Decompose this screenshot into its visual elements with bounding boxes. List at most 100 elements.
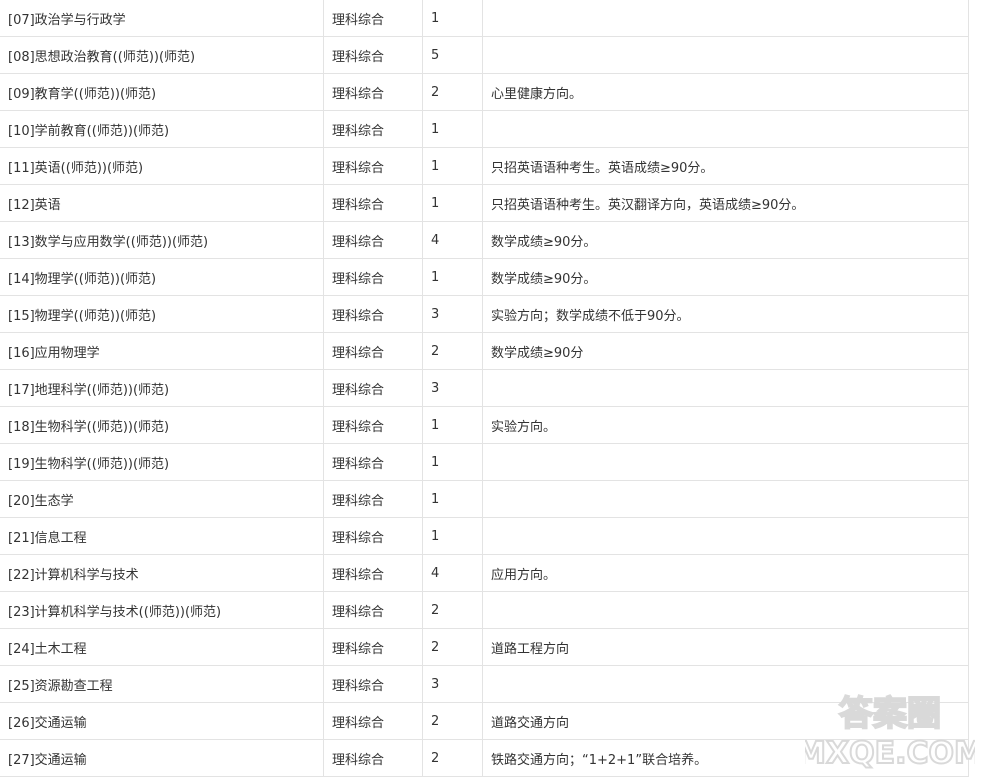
- table-row: [24]土木工程 理科综合 2 道路工程方向: [0, 628, 969, 666]
- table-row: [16]应用物理学 理科综合 2 数学成绩≥90分: [0, 332, 969, 370]
- quota-cell: 3: [422, 295, 483, 333]
- quota-cell: 2: [422, 702, 483, 740]
- major-cell: [23]计算机科学与技术((师范))(师范): [0, 591, 324, 629]
- subject-cell: 理科综合: [323, 517, 423, 555]
- subject-cell: 理科综合: [323, 628, 423, 666]
- subject-cell: 理科综合: [323, 369, 423, 407]
- note-cell: 心里健康方向。: [482, 73, 969, 111]
- quota-cell: 2: [422, 591, 483, 629]
- subject-cell: 理科综合: [323, 73, 423, 111]
- admissions-table-body: [07]政治学与行政学 理科综合 1 [08]思想政治教育((师范))(师范) 理科综合…: [0, 0, 969, 777]
- note-cell: 铁路交通方向；“1+2+1”联合培养。: [482, 739, 969, 777]
- major-cell: [10]学前教育((师范))(师范): [0, 110, 324, 148]
- quota-cell: 1: [422, 443, 483, 481]
- major-cell: [20]生态学: [0, 480, 324, 518]
- note-cell: 道路工程方向: [482, 628, 969, 666]
- table-row: [12]英语 理科综合 1 只招英语语种考生。英汉翻译方向，英语成绩≥90分。: [0, 184, 969, 222]
- table-row: [10]学前教育((师范))(师范) 理科综合 1: [0, 110, 969, 148]
- subject-cell: 理科综合: [323, 36, 423, 74]
- table-row: [20]生态学 理科综合 1: [0, 480, 969, 518]
- quota-cell: 2: [422, 628, 483, 666]
- admissions-table: [07]政治学与行政学 理科综合 1 [08]思想政治教育((师范))(师范) 理科综合…: [0, 0, 969, 777]
- quota-cell: 2: [422, 332, 483, 370]
- quota-cell: 1: [422, 110, 483, 148]
- major-cell: [27]交通运输: [0, 739, 324, 777]
- quota-cell: 1: [422, 517, 483, 555]
- table-row: [22]计算机科学与技术 理科综合 4 应用方向。: [0, 554, 969, 592]
- note-cell: [482, 36, 969, 74]
- note-cell: [482, 517, 969, 555]
- major-cell: [14]物理学((师范))(师范): [0, 258, 324, 296]
- note-cell: [482, 591, 969, 629]
- table-row: [07]政治学与行政学 理科综合 1: [0, 0, 969, 37]
- subject-cell: 理科综合: [323, 702, 423, 740]
- note-cell: 道路交通方向: [482, 702, 969, 740]
- major-cell: [25]资源勘查工程: [0, 665, 324, 703]
- quota-cell: 1: [422, 480, 483, 518]
- major-cell: [24]土木工程: [0, 628, 324, 666]
- table-row: [15]物理学((师范))(师范) 理科综合 3 实验方向；数学成绩不低于90分。: [0, 295, 969, 333]
- table-row: [17]地理科学((师范))(师范) 理科综合 3: [0, 369, 969, 407]
- major-cell: [08]思想政治教育((师范))(师范): [0, 36, 324, 74]
- table-row: [26]交通运输 理科综合 2 道路交通方向: [0, 702, 969, 740]
- subject-cell: 理科综合: [323, 443, 423, 481]
- subject-cell: 理科综合: [323, 221, 423, 259]
- quota-cell: 4: [422, 554, 483, 592]
- quota-cell: 4: [422, 221, 483, 259]
- major-cell: [22]计算机科学与技术: [0, 554, 324, 592]
- note-cell: 数学成绩≥90分。: [482, 258, 969, 296]
- subject-cell: 理科综合: [323, 406, 423, 444]
- note-cell: 实验方向。: [482, 406, 969, 444]
- quota-cell: 3: [422, 369, 483, 407]
- quota-cell: 1: [422, 184, 483, 222]
- note-cell: [482, 665, 969, 703]
- subject-cell: 理科综合: [323, 110, 423, 148]
- table-row: [13]数学与应用数学((师范))(师范) 理科综合 4 数学成绩≥90分。: [0, 221, 969, 259]
- table-row: [19]生物科学((师范))(师范) 理科综合 1: [0, 443, 969, 481]
- quota-cell: 1: [422, 147, 483, 185]
- quota-cell: 2: [422, 73, 483, 111]
- table-row: [09]教育学((师范))(师范) 理科综合 2 心里健康方向。: [0, 73, 969, 111]
- quota-cell: 5: [422, 36, 483, 74]
- major-cell: [11]英语((师范))(师范): [0, 147, 324, 185]
- subject-cell: 理科综合: [323, 258, 423, 296]
- major-cell: [13]数学与应用数学((师范))(师范): [0, 221, 324, 259]
- quota-cell: 3: [422, 665, 483, 703]
- subject-cell: 理科综合: [323, 147, 423, 185]
- quota-cell: 2: [422, 739, 483, 777]
- quota-cell: 1: [422, 0, 483, 37]
- note-cell: [482, 369, 969, 407]
- subject-cell: 理科综合: [323, 554, 423, 592]
- table-row: [08]思想政治教育((师范))(师范) 理科综合 5: [0, 36, 969, 74]
- table-row: [11]英语((师范))(师范) 理科综合 1 只招英语语种考生。英语成绩≥90分。: [0, 147, 969, 185]
- major-cell: [09]教育学((师范))(师范): [0, 73, 324, 111]
- note-cell: 数学成绩≥90分。: [482, 221, 969, 259]
- major-cell: [12]英语: [0, 184, 324, 222]
- major-cell: [16]应用物理学: [0, 332, 324, 370]
- note-cell: [482, 443, 969, 481]
- subject-cell: 理科综合: [323, 332, 423, 370]
- note-cell: [482, 0, 969, 37]
- major-cell: [26]交通运输: [0, 702, 324, 740]
- subject-cell: 理科综合: [323, 665, 423, 703]
- table-row: [21]信息工程 理科综合 1: [0, 517, 969, 555]
- note-cell: 只招英语语种考生。英汉翻译方向，英语成绩≥90分。: [482, 184, 969, 222]
- major-cell: [15]物理学((师范))(师范): [0, 295, 324, 333]
- table-row: [23]计算机科学与技术((师范))(师范) 理科综合 2: [0, 591, 969, 629]
- subject-cell: 理科综合: [323, 295, 423, 333]
- major-cell: [17]地理科学((师范))(师范): [0, 369, 324, 407]
- table-row: [18]生物科学((师范))(师范) 理科综合 1 实验方向。: [0, 406, 969, 444]
- subject-cell: 理科综合: [323, 480, 423, 518]
- major-cell: [21]信息工程: [0, 517, 324, 555]
- note-cell: 只招英语语种考生。英语成绩≥90分。: [482, 147, 969, 185]
- quota-cell: 1: [422, 258, 483, 296]
- major-cell: [18]生物科学((师范))(师范): [0, 406, 324, 444]
- major-cell: [07]政治学与行政学: [0, 0, 324, 37]
- major-cell: [19]生物科学((师范))(师范): [0, 443, 324, 481]
- table-row: [25]资源勘查工程 理科综合 3: [0, 665, 969, 703]
- note-cell: 实验方向；数学成绩不低于90分。: [482, 295, 969, 333]
- table-row: [27]交通运输 理科综合 2 铁路交通方向；“1+2+1”联合培养。: [0, 739, 969, 777]
- note-cell: 数学成绩≥90分: [482, 332, 969, 370]
- table-row: [14]物理学((师范))(师范) 理科综合 1 数学成绩≥90分。: [0, 258, 969, 296]
- quota-cell: 1: [422, 406, 483, 444]
